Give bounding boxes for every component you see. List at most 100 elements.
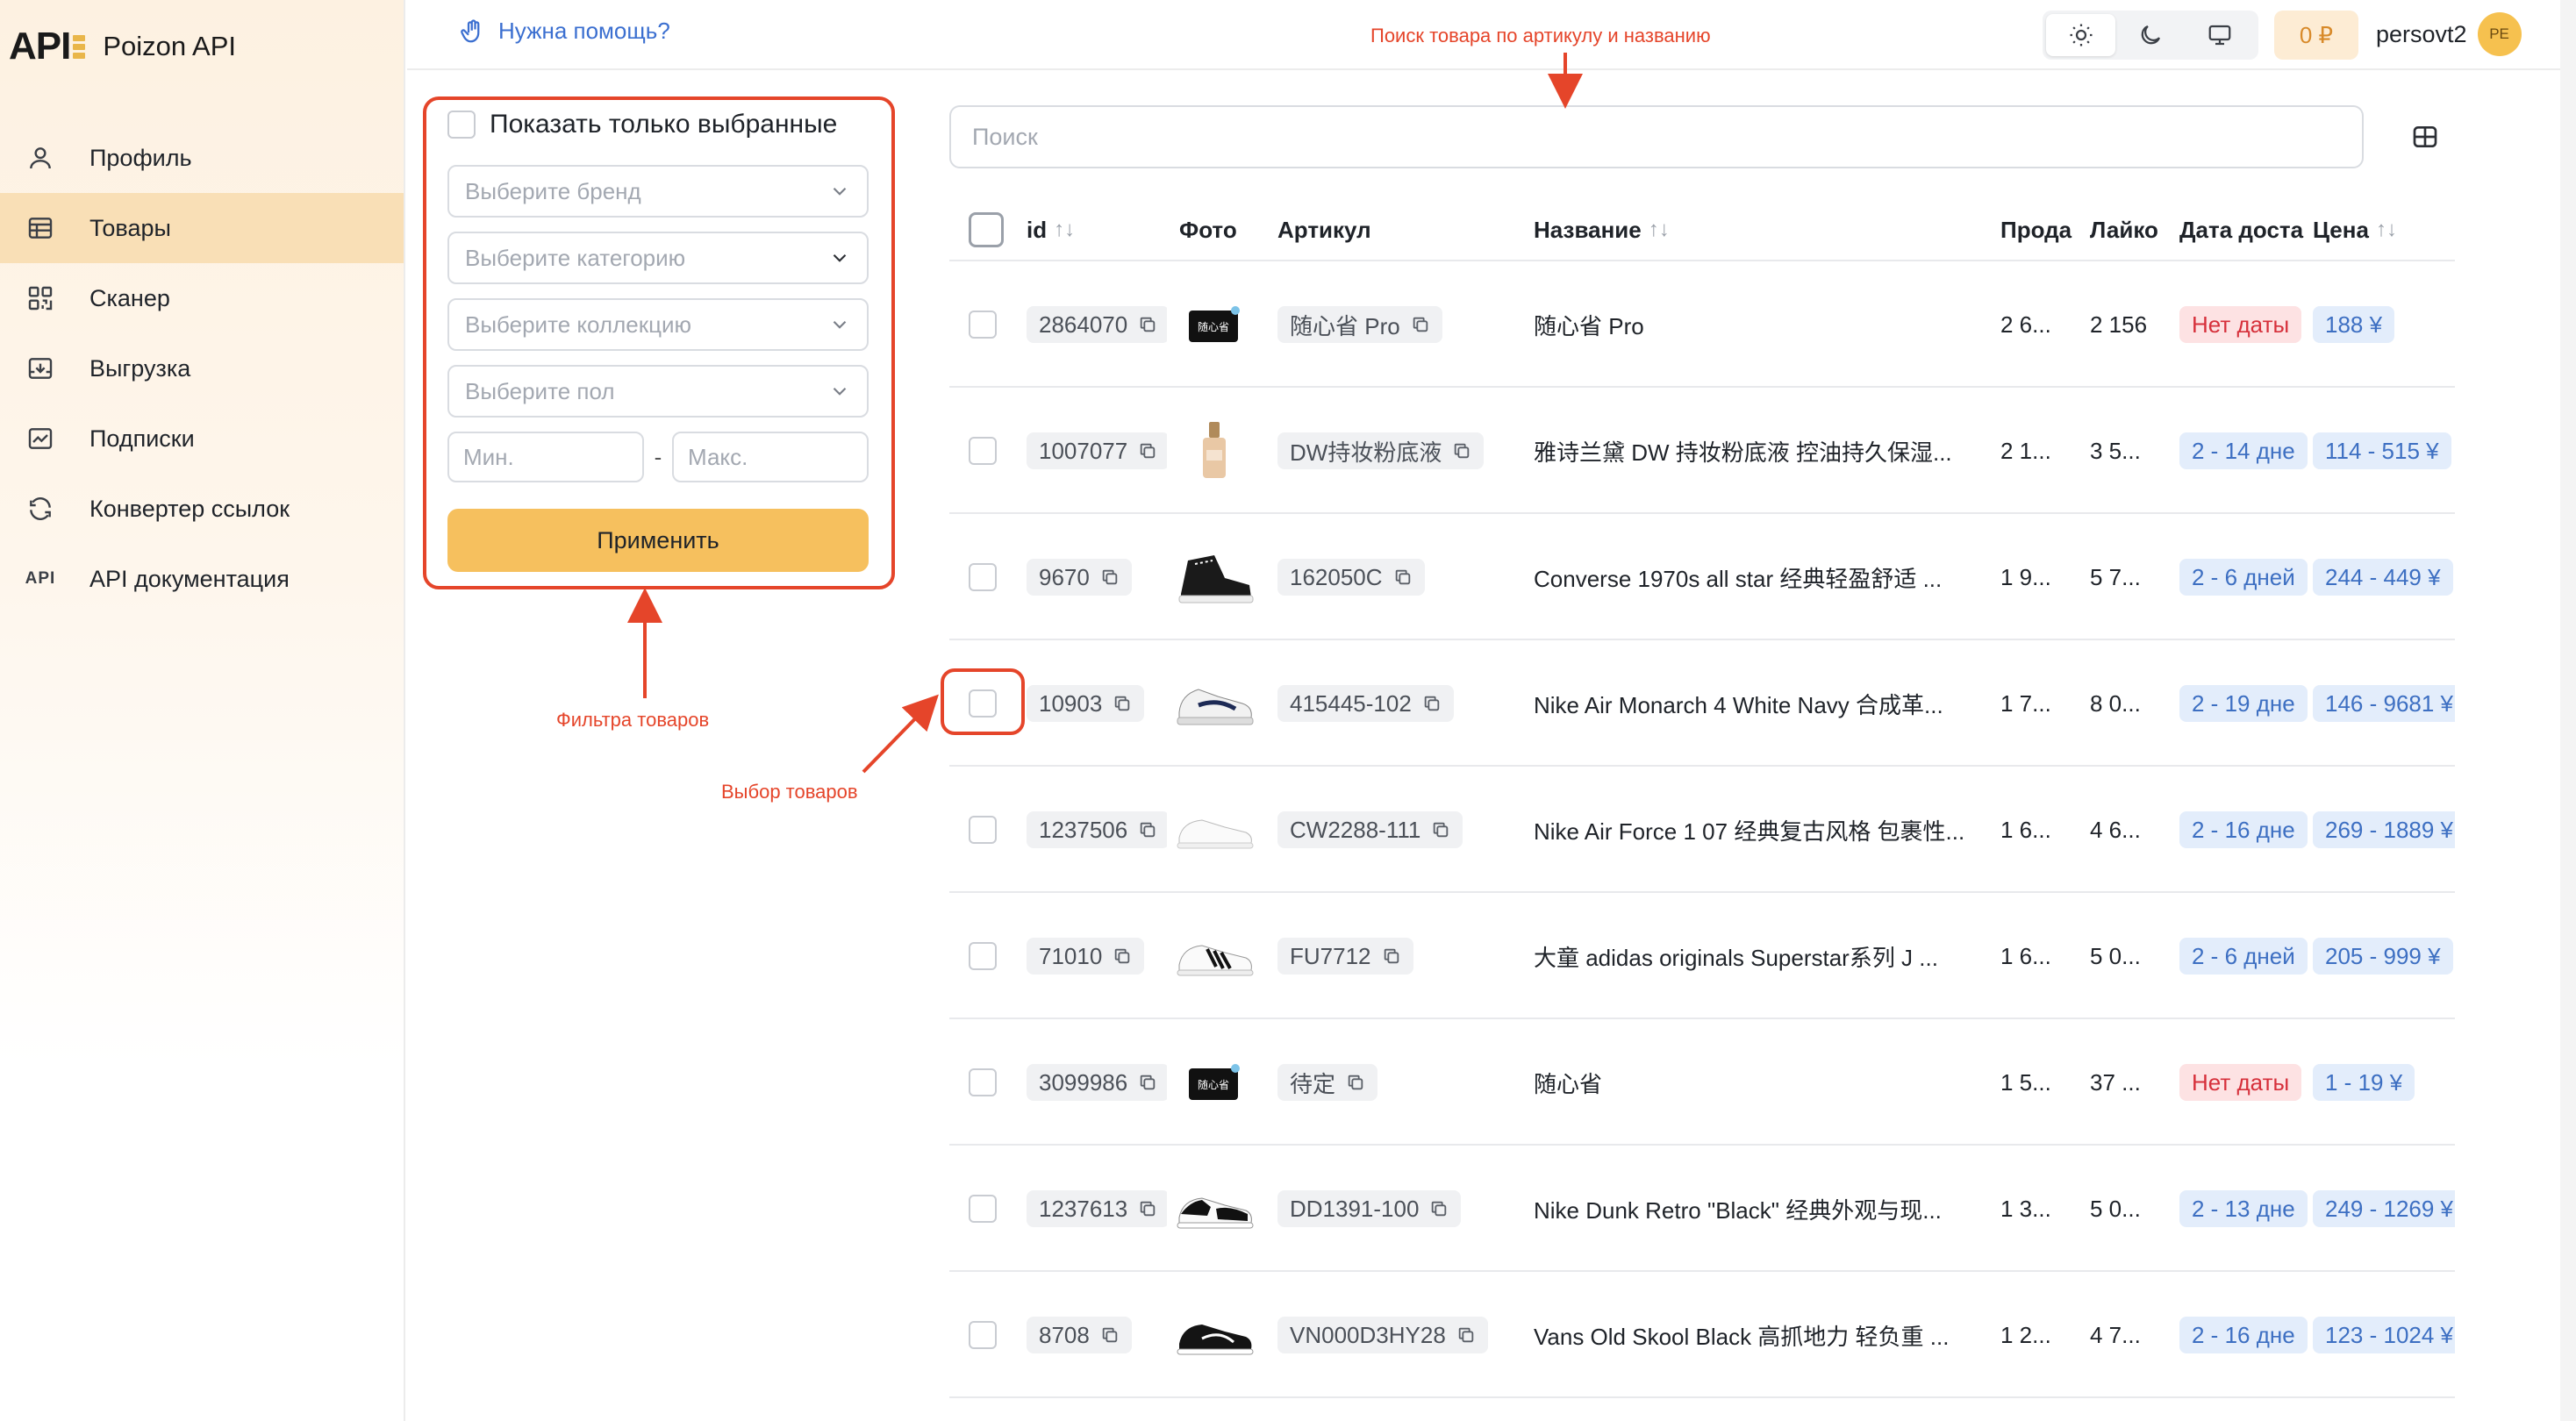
row-checkbox[interactable] [969,816,997,844]
product-name[interactable]: 随心省 [1534,1067,1602,1099]
column-header-delivery[interactable]: Дата доста [2179,198,2308,261]
sidebar-item-profile[interactable]: Профиль [0,123,404,193]
page-scrollbar[interactable] [2560,0,2576,1421]
sort-icon: ↑↓ [1054,218,1076,241]
copy-icon[interactable] [1138,1199,1157,1218]
column-header-name[interactable]: Название ↑↓ [1534,198,1670,261]
likes-cell: 5 0... [2090,1146,2171,1272]
copy-icon[interactable] [1138,1073,1157,1092]
product-photo[interactable]: 随心省 [1172,282,1256,367]
copy-icon[interactable] [1346,1073,1365,1092]
copy-icon[interactable] [1411,315,1430,334]
row-checkbox[interactable] [969,1195,997,1223]
product-name[interactable]: Nike Air Force 1 07 经典复古风格 包裹性... [1534,814,1964,846]
search-input[interactable]: Поиск [949,105,2364,168]
product-sales: 1 7... [2000,689,2051,717]
product-likes: 5 0... [2090,1195,2141,1222]
theme-dark-button[interactable] [2115,14,2185,56]
id-tag: 1237506 [1027,811,1167,848]
photo-cell [1172,1272,1256,1398]
row-select-cell [969,514,997,640]
column-header-likes[interactable]: Лайко [2090,198,2171,261]
product-name[interactable]: 雅诗兰黛 DW 持妆粉底液 控油持久保湿... [1534,435,1952,468]
table-row[interactable]: 1237613 DD1391-100 Nike Dunk Retro "Black"… [949,1146,2455,1272]
sidebar-item-label: Конвертер ссылок [89,495,290,522]
copy-icon[interactable] [1113,694,1132,713]
photo-cell [1172,514,1256,640]
product-name[interactable]: Nike Dunk Retro "Black" 经典外观与现... [1534,1193,1942,1225]
copy-icon[interactable] [1100,568,1120,587]
copy-icon[interactable] [1100,1325,1120,1345]
name-cell: Nike Dunk Retro "Black" 经典外观与现... [1534,1146,1990,1272]
search-placeholder: Поиск [972,123,1038,150]
user-icon [25,142,56,174]
product-photo[interactable] [1172,788,1256,872]
row-checkbox[interactable] [969,1068,997,1096]
product-id: 1237613 [1039,1195,1128,1222]
table-row[interactable]: 1237506 CW2288-111 Nike Air Force 1 07 经典复… [949,767,2455,893]
sidebar-item-link-converter[interactable]: Конвертер ссылок [0,474,404,544]
product-name[interactable]: Converse 1970s all star 经典轻盈舒适 ... [1534,561,1942,594]
copy-icon[interactable] [1138,820,1157,839]
table-row[interactable]: 9670 162050C Converse 1970s all star 经典轻盈舒… [949,514,2455,640]
table-row[interactable]: 10903 415445-102 Nike Air Monarch 4 White … [949,640,2455,767]
copy-icon[interactable] [1138,315,1157,334]
product-name[interactable]: 随心省 Pro [1534,309,1644,341]
sidebar-item-products[interactable]: Товары [0,193,404,263]
moon-icon [2141,25,2161,45]
copy-icon[interactable] [1393,568,1413,587]
help-link[interactable]: Нужна помощь? [460,18,670,45]
table-row[interactable]: 2864070 随心省 随心省 Pro 随心省 Pro 2 6... 2 156 Нет д… [949,261,2455,388]
product-name[interactable]: Nike Air Monarch 4 White Navy 合成革... [1534,688,1943,720]
copy-icon[interactable] [1429,1199,1449,1218]
copy-icon[interactable] [1456,1325,1476,1345]
photo-cell [1172,767,1256,893]
product-photo[interactable] [1172,409,1256,493]
product-name[interactable]: Vans Old Skool Black 高抓地力 轻负重 ... [1534,1319,1949,1352]
row-checkbox[interactable] [969,437,997,465]
download-tray-icon [25,353,56,384]
copy-icon[interactable] [1422,694,1442,713]
sales-cell: 1 9... [2000,514,2085,640]
table-row[interactable]: 8708 VN000D3HY28 Vans Old Skool Black 高抓地力… [949,1272,2455,1398]
column-settings-button[interactable] [2408,119,2443,154]
row-checkbox[interactable] [969,563,997,591]
app-logo[interactable]: API Poizon API [9,25,236,68]
article-tag: 162050C [1277,559,1425,596]
theme-light-button[interactable] [2046,14,2116,56]
copy-icon[interactable] [1452,441,1471,461]
table-row[interactable]: 1007077 DW持妆粉底液 雅诗兰黛 DW 持妆粉底液 控油持久保湿... 2 1… [949,388,2455,514]
sidebar-item-scanner[interactable]: Сканер [0,263,404,333]
product-name[interactable]: 大童 adidas originals Superstar系列 J ... [1534,940,1938,973]
article-cell: FU7712 [1277,893,1528,1019]
product-photo[interactable] [1172,535,1256,619]
product-photo[interactable]: 随心省 [1172,1040,1256,1125]
sidebar-item-api-docs[interactable]: API API документация [0,544,404,614]
product-photo[interactable] [1172,1293,1256,1377]
copy-icon[interactable] [1431,820,1450,839]
product-photo[interactable] [1172,914,1256,998]
sidebar-item-subscriptions[interactable]: Подписки [0,403,404,474]
table-row[interactable]: 3099986 随心省 待定 随心省 1 5... 37 ... Нет даты 1 - 1… [949,1019,2455,1146]
select-all-checkbox[interactable] [969,212,1004,247]
product-id: 71010 [1039,942,1103,969]
copy-icon[interactable] [1382,946,1401,966]
table-row[interactable]: 71010 FU7712 大童 adidas originals Superstar… [949,893,2455,1019]
sidebar-item-export[interactable]: Выгрузка [0,333,404,403]
product-id: 1007077 [1039,437,1128,464]
product-photo[interactable] [1172,661,1256,746]
product-likes: 3 5... [2090,437,2141,464]
copy-icon[interactable] [1113,946,1132,966]
row-checkbox[interactable] [969,1321,997,1349]
row-checkbox[interactable] [969,942,997,970]
copy-icon[interactable] [1138,441,1157,461]
product-article: FU7712 [1290,942,1371,969]
balance-badge[interactable]: 0 ₽ [2274,11,2358,60]
column-header-price[interactable]: Цена ↑↓ [2313,198,2397,261]
user-menu[interactable]: persovt2 PE [2376,12,2522,56]
row-checkbox[interactable] [969,311,997,339]
theme-system-button[interactable] [2186,14,2255,56]
column-header-sales[interactable]: Прода [2000,198,2085,261]
product-photo[interactable] [1172,1167,1256,1251]
column-header-id[interactable]: id ↑↓ [1027,198,1075,261]
